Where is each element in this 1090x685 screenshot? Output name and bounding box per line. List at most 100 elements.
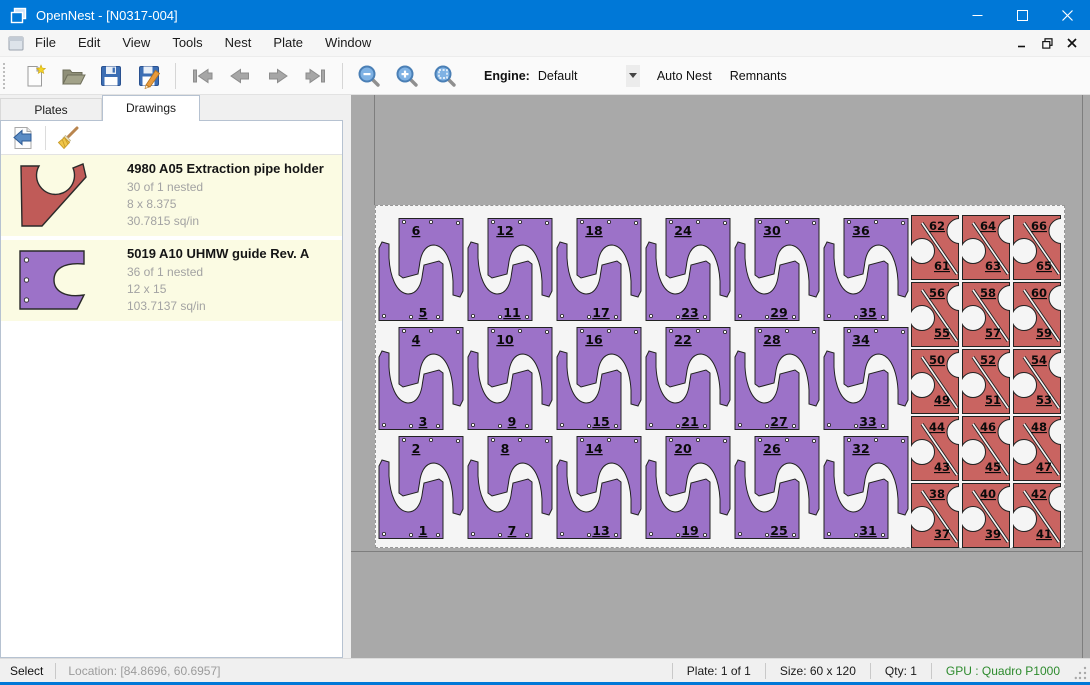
menu-window[interactable]: Window xyxy=(314,30,382,56)
menu-nest[interactable]: Nest xyxy=(214,30,263,56)
red-pair-tile[interactable]: 60 59 xyxy=(1013,282,1061,347)
import-drawing-icon xyxy=(10,125,36,151)
menu-edit[interactable]: Edit xyxy=(67,30,111,56)
red-pair-tile[interactable]: 64 63 xyxy=(962,215,1010,280)
purple-pair-tile[interactable]: 12 11 xyxy=(466,218,554,322)
red-pair-tile[interactable]: 66 65 xyxy=(1013,215,1061,280)
new-button[interactable] xyxy=(21,62,49,90)
nav-prev-button[interactable] xyxy=(226,62,254,90)
purple-pair-tile[interactable]: 24 23 xyxy=(644,218,732,322)
save-button[interactable] xyxy=(97,62,125,90)
purple-pair-tile[interactable]: 22 21 xyxy=(644,327,732,431)
zoom-fit-button[interactable] xyxy=(431,62,459,90)
part-number: 37 xyxy=(934,527,950,541)
clean-button[interactable] xyxy=(54,124,82,152)
tab-drawings[interactable]: Drawings xyxy=(102,95,200,121)
purple-pair-tile[interactable]: 34 33 xyxy=(822,327,910,431)
purple-pair-tile[interactable]: 2 1 xyxy=(377,436,465,540)
red-pair-tile[interactable]: 46 45 xyxy=(962,416,1010,481)
purple-pair-tile[interactable]: 8 7 xyxy=(466,436,554,540)
zoom-in-button[interactable] xyxy=(393,62,421,90)
part-number: 12 xyxy=(496,223,513,238)
part-number: 57 xyxy=(985,326,1001,340)
red-pair-tile[interactable]: 52 51 xyxy=(962,349,1010,414)
red-pair-tile[interactable]: 42 41 xyxy=(1013,483,1061,548)
tab-plates[interactable]: Plates xyxy=(0,98,102,121)
nest-canvas[interactable]: 6 5 12 11 18 17 24 23 30 29 xyxy=(351,95,1090,658)
remnants-button[interactable]: Remnants xyxy=(721,63,796,89)
purple-pair-tile[interactable]: 30 29 xyxy=(733,218,821,322)
nav-last-icon xyxy=(303,63,329,89)
zoom-fit-icon xyxy=(432,63,458,89)
mdi-close-button[interactable] xyxy=(1064,36,1080,51)
part-number: 32 xyxy=(852,441,869,456)
auto-nest-button[interactable]: Auto Nest xyxy=(648,63,721,89)
menu-file[interactable]: File xyxy=(24,30,67,56)
part-number: 35 xyxy=(859,305,876,320)
menu-tools[interactable]: Tools xyxy=(161,30,213,56)
menu-view[interactable]: View xyxy=(111,30,161,56)
status-qty: Qty: 1 xyxy=(871,664,931,678)
red-pair-tile[interactable]: 56 55 xyxy=(911,282,959,347)
part-number: 26 xyxy=(763,441,781,456)
part-number: 63 xyxy=(985,259,1001,273)
mdi-minimize-button[interactable] xyxy=(1014,36,1030,51)
save-as-button[interactable] xyxy=(135,62,163,90)
main-area: Plates Drawings xyxy=(0,95,1090,658)
red-pair-tile[interactable]: 38 37 xyxy=(911,483,959,548)
status-size: Size: 60 x 120 xyxy=(766,664,870,678)
maximize-button[interactable] xyxy=(1000,0,1045,30)
purple-pair-tile[interactable]: 10 9 xyxy=(466,327,554,431)
red-pair-tile[interactable]: 48 47 xyxy=(1013,416,1061,481)
part-number: 10 xyxy=(496,332,514,347)
purple-pair-tile[interactable]: 16 15 xyxy=(555,327,643,431)
zoom-out-button[interactable] xyxy=(355,62,383,90)
purple-pair-tile[interactable]: 32 31 xyxy=(822,436,910,540)
drawing-size: 8 x 8.375 xyxy=(127,196,324,213)
red-pair-tile[interactable]: 58 57 xyxy=(962,282,1010,347)
red-pair-tile[interactable]: 62 61 xyxy=(911,215,959,280)
status-bar: Select Location: [84.8696, 60.6957] Plat… xyxy=(0,658,1090,682)
purple-pair-tile[interactable]: 20 19 xyxy=(644,436,732,540)
toolbar-separator xyxy=(342,63,343,89)
purple-pair-tile[interactable]: 6 5 xyxy=(377,218,465,322)
menu-plate[interactable]: Plate xyxy=(262,30,314,56)
purple-pair-tile[interactable]: 26 25 xyxy=(733,436,821,540)
nav-next-button[interactable] xyxy=(264,62,292,90)
part-number: 19 xyxy=(681,523,698,538)
purple-pair-tile[interactable]: 36 35 xyxy=(822,218,910,322)
part-number: 11 xyxy=(503,305,520,320)
mdi-restore-button[interactable] xyxy=(1039,36,1055,51)
open-button[interactable] xyxy=(59,62,87,90)
purple-pair-tile[interactable]: 18 17 xyxy=(555,218,643,322)
drawing-list-item[interactable]: 4980 A05 Extraction pipe holder 30 of 1 … xyxy=(1,155,342,236)
mdi-document-icon[interactable] xyxy=(8,36,24,51)
drawing-list-item[interactable]: 5019 A10 UHMW guide Rev. A 36 of 1 neste… xyxy=(1,240,342,321)
nav-first-button[interactable] xyxy=(188,62,216,90)
purple-pair-tile[interactable]: 28 27 xyxy=(733,327,821,431)
app-window: OpenNest - [N0317-004] File Edit View To… xyxy=(0,0,1090,685)
red-pair-tile[interactable]: 54 53 xyxy=(1013,349,1061,414)
part-number: 45 xyxy=(985,460,1001,474)
nav-last-button[interactable] xyxy=(302,62,330,90)
close-button[interactable] xyxy=(1045,0,1090,30)
purple-pair-tile[interactable]: 4 3 xyxy=(377,327,465,431)
red-pair-tile[interactable]: 40 39 xyxy=(962,483,1010,548)
part-number: 17 xyxy=(592,305,609,320)
purple-pair-tile[interactable]: 14 13 xyxy=(555,436,643,540)
resize-grip[interactable] xyxy=(1074,661,1088,681)
status-location: Location: [84.8696, 60.6957] xyxy=(56,664,232,678)
import-drawing-button[interactable] xyxy=(9,124,37,152)
title-bar: OpenNest - [N0317-004] xyxy=(0,0,1090,30)
part-number: 64 xyxy=(980,219,996,233)
part-number: 18 xyxy=(585,223,602,238)
part-number: 13 xyxy=(592,523,609,538)
red-pair-tile[interactable]: 44 43 xyxy=(911,416,959,481)
red-pair-tile[interactable]: 50 49 xyxy=(911,349,959,414)
engine-combobox[interactable]: Default xyxy=(536,64,640,88)
open-folder-icon xyxy=(60,63,86,89)
minimize-button[interactable] xyxy=(955,0,1000,30)
save-as-icon xyxy=(136,63,162,89)
broom-icon xyxy=(55,125,81,151)
toolbar-grip[interactable] xyxy=(3,63,8,89)
